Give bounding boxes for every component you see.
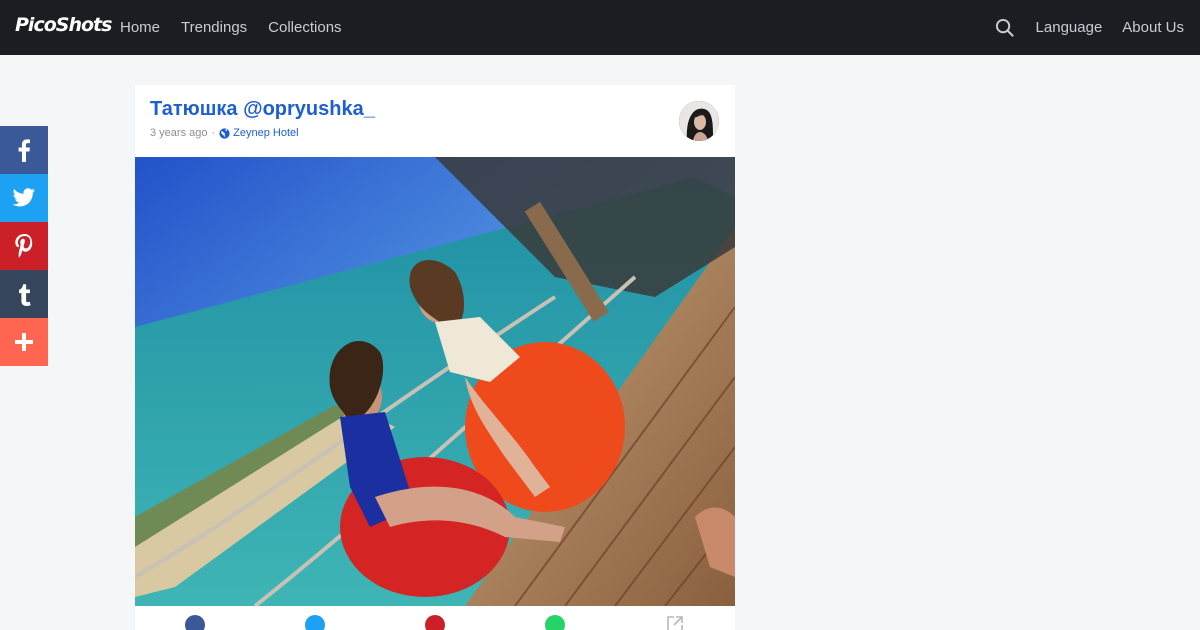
pinterest-share-button[interactable] xyxy=(0,222,48,270)
language-link[interactable]: Language xyxy=(1036,19,1103,36)
post-photo[interactable] xyxy=(135,157,735,606)
whatsapp-share-action[interactable] xyxy=(495,606,615,630)
post-time: 3 years ago xyxy=(150,127,208,139)
logo[interactable]: PicoShots xyxy=(15,14,112,36)
nav-trendings-link[interactable]: Trendings xyxy=(181,19,247,36)
about-us-link[interactable]: About Us xyxy=(1122,19,1184,36)
twitter-icon xyxy=(12,188,35,207)
external-link-icon xyxy=(667,616,683,630)
more-share-button[interactable] xyxy=(0,318,48,366)
location-name: Zeynep Hotel xyxy=(233,127,299,139)
post-actions xyxy=(135,606,735,630)
whatsapp-icon xyxy=(545,615,565,630)
post-title-link[interactable]: Татюшка @opryushka_ xyxy=(150,98,375,121)
pinterest-icon xyxy=(15,234,33,258)
twitter-share-button[interactable] xyxy=(0,174,48,222)
post-card: Татюшка @opryushka_ 3 years ago · Zeynep… xyxy=(135,85,735,630)
open-external-action[interactable] xyxy=(615,606,735,630)
facebook-icon xyxy=(18,139,30,162)
nav-collections-link[interactable]: Collections xyxy=(268,19,341,36)
meta-separator: · xyxy=(211,127,216,139)
facebook-icon xyxy=(185,615,205,630)
facebook-share-action[interactable] xyxy=(135,606,255,630)
top-navbar: PicoShots Home Trendings Collections Lan… xyxy=(0,0,1200,55)
pinterest-icon xyxy=(425,615,445,630)
tumblr-icon xyxy=(19,284,31,306)
globe-icon xyxy=(219,127,230,139)
main-nav: Home Trendings Collections xyxy=(120,0,342,55)
post-header: Татюшка @opryushka_ 3 years ago · Zeynep… xyxy=(135,85,735,157)
pinterest-share-action[interactable] xyxy=(375,606,495,630)
nav-home-link[interactable]: Home xyxy=(120,19,160,36)
search-icon[interactable] xyxy=(994,17,1016,39)
plus-icon xyxy=(15,333,33,351)
facebook-share-button[interactable] xyxy=(0,126,48,174)
tumblr-share-button[interactable] xyxy=(0,270,48,318)
avatar[interactable] xyxy=(679,101,719,141)
twitter-icon xyxy=(305,615,325,630)
right-nav: Language About Us xyxy=(994,0,1184,55)
location-link[interactable]: Zeynep Hotel xyxy=(219,127,299,139)
share-rail xyxy=(0,126,48,366)
post-meta: 3 years ago · Zeynep Hotel xyxy=(150,127,299,139)
twitter-share-action[interactable] xyxy=(255,606,375,630)
